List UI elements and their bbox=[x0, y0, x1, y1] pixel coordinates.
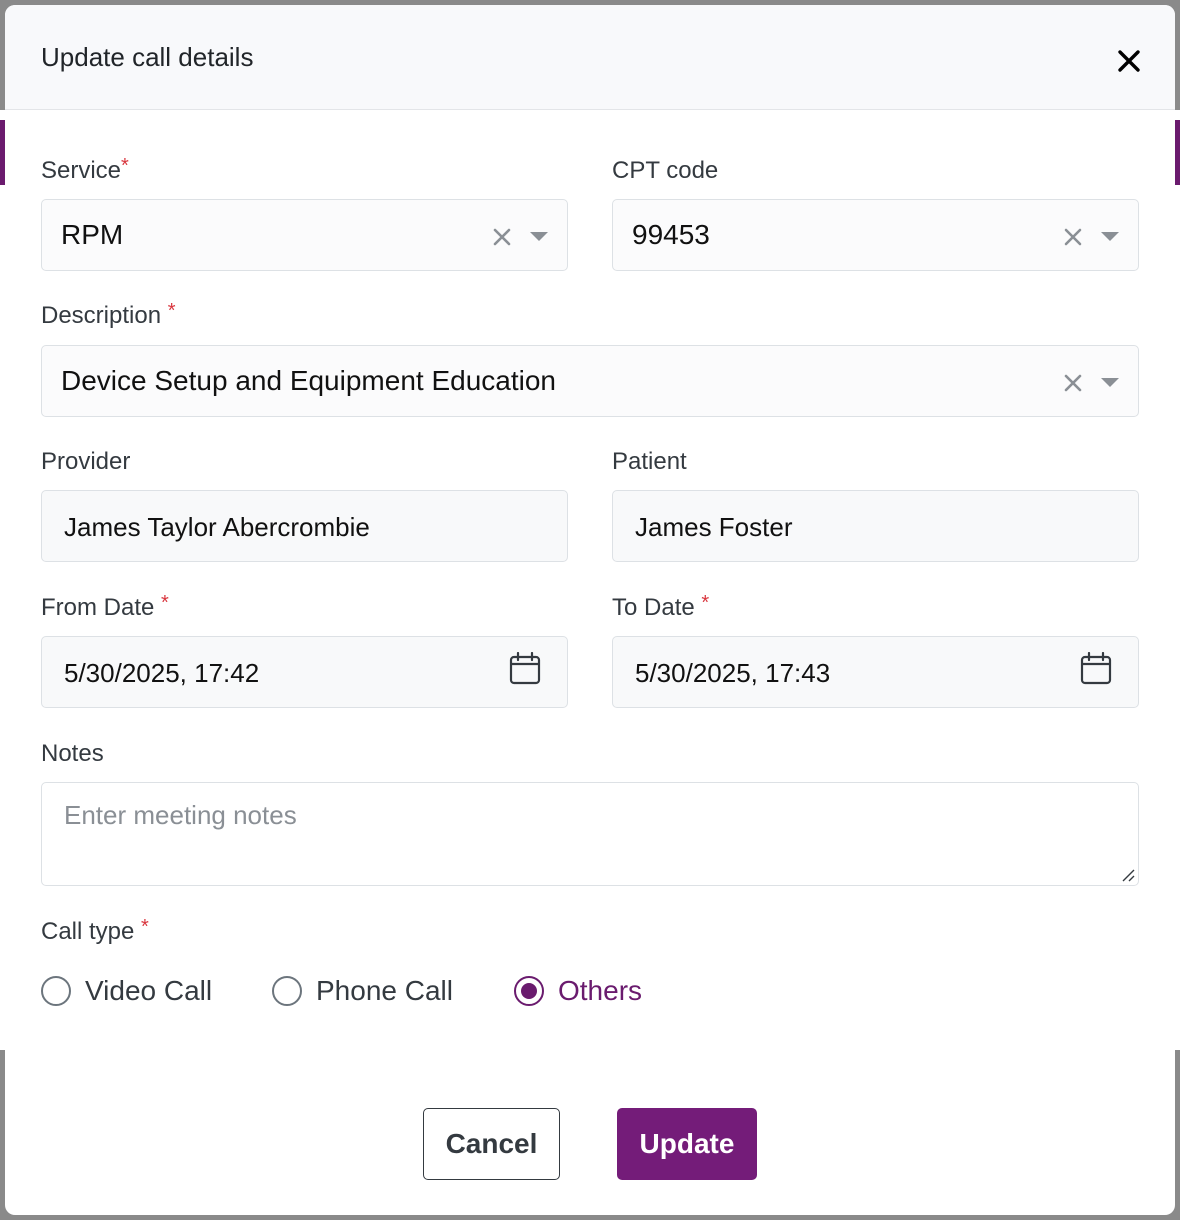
required-marker: * bbox=[161, 592, 169, 614]
provider-label: Provider bbox=[41, 448, 131, 475]
required-marker: * bbox=[701, 592, 710, 614]
radio-phone-call[interactable]: Phone Call bbox=[272, 975, 453, 1007]
to-date-field[interactable]: 5/30/2025, 17:43 bbox=[612, 636, 1139, 708]
chevron-down-icon[interactable] bbox=[1100, 377, 1120, 389]
radio-label: Phone Call bbox=[316, 975, 453, 1006]
notes-textarea[interactable]: Enter meeting notes bbox=[41, 782, 1139, 886]
close-button[interactable] bbox=[1113, 45, 1145, 77]
provider-field[interactable]: James Taylor Abercrombie bbox=[41, 490, 568, 562]
close-icon bbox=[1118, 50, 1140, 72]
to-date-label: To Date * bbox=[612, 592, 710, 621]
description-label: Description * bbox=[41, 300, 176, 329]
calendar-icon[interactable] bbox=[509, 652, 541, 686]
modal-title: Update call details bbox=[41, 42, 254, 72]
clear-icon[interactable] bbox=[1062, 372, 1084, 394]
cpt-code-label: CPT code bbox=[612, 157, 719, 184]
cancel-button[interactable]: Cancel bbox=[423, 1108, 560, 1180]
radio-button[interactable] bbox=[272, 976, 302, 1006]
service-select[interactable]: RPM bbox=[41, 199, 568, 271]
from-date-field[interactable]: 5/30/2025, 17:42 bbox=[41, 636, 568, 708]
radio-button-selected[interactable] bbox=[514, 976, 544, 1006]
cpt-code-value: 99453 bbox=[632, 219, 710, 250]
radio-others[interactable]: Others bbox=[514, 975, 642, 1007]
chevron-down-icon[interactable] bbox=[1100, 231, 1120, 243]
resize-handle-icon[interactable] bbox=[1121, 868, 1135, 882]
patient-field[interactable]: James Foster bbox=[612, 490, 1139, 562]
patient-label: Patient bbox=[612, 448, 687, 475]
required-marker: * bbox=[121, 155, 129, 177]
update-button[interactable]: Update bbox=[617, 1108, 757, 1180]
notes-label: Notes bbox=[41, 740, 104, 767]
background-page-right bbox=[1175, 110, 1180, 1050]
from-date-value: 5/30/2025, 17:42 bbox=[64, 658, 260, 688]
radio-label: Others bbox=[558, 975, 643, 1006]
chevron-down-icon[interactable] bbox=[529, 231, 549, 243]
from-date-label: From Date * bbox=[41, 592, 169, 621]
required-marker: * bbox=[141, 916, 149, 938]
radio-label: Video Call bbox=[85, 975, 213, 1006]
required-marker: * bbox=[167, 300, 176, 322]
update-call-modal: Update call details Service* RPM CPT cod… bbox=[5, 5, 1175, 1215]
description-value: Device Setup and Equipment Education bbox=[61, 365, 556, 396]
radio-video-call[interactable]: Video Call bbox=[41, 975, 212, 1007]
background-header-bar-right bbox=[1175, 120, 1180, 185]
description-select[interactable]: Device Setup and Equipment Education bbox=[41, 345, 1139, 417]
cpt-code-select[interactable]: 99453 bbox=[612, 199, 1139, 271]
patient-value: James Foster bbox=[635, 512, 793, 542]
radio-button[interactable] bbox=[41, 976, 71, 1006]
call-type-label: Call type * bbox=[41, 916, 149, 945]
modal-header: Update call details bbox=[5, 5, 1175, 110]
clear-icon[interactable] bbox=[1062, 226, 1084, 248]
service-label: Service* bbox=[41, 155, 129, 184]
notes-placeholder: Enter meeting notes bbox=[64, 800, 297, 830]
calendar-icon[interactable] bbox=[1080, 652, 1112, 686]
service-value: RPM bbox=[61, 219, 124, 250]
provider-value: James Taylor Abercrombie bbox=[64, 512, 370, 542]
to-date-value: 5/30/2025, 17:43 bbox=[635, 658, 831, 688]
clear-icon[interactable] bbox=[491, 226, 513, 248]
